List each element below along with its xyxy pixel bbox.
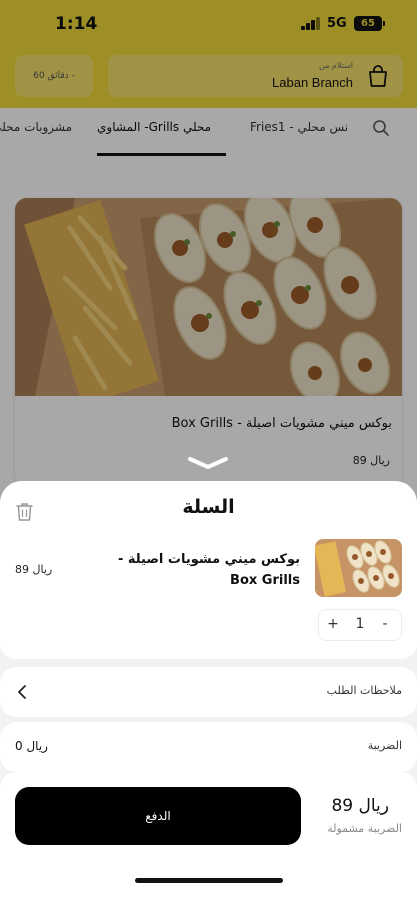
quantity-stepper: + 1 - [318,609,402,641]
cart-item-name: بوكس ميني مشويات اصيلة - Box Grills [117,552,300,588]
cart-sheet: السلة بوكس ميني مشويات اصيلة - Box Grill… [0,481,417,900]
home-indicator[interactable] [135,878,283,883]
tax-included-note: الضريبة مشمولة [327,822,402,835]
chevron-down-icon[interactable] [186,456,230,470]
cart-item-image [315,539,402,597]
order-notes-row[interactable]: ملاحظات الطلب [0,667,417,717]
chevron-left-icon [18,685,26,699]
cart-title: السلة [182,496,235,518]
pay-button[interactable]: الدفع [15,787,301,845]
cart-items-section: السلة بوكس ميني مشويات اصيلة - Box Grill… [0,481,417,659]
checkout-bar: الدفع 89 ريال الضريبة مشمولة [0,772,417,900]
trash-icon[interactable] [15,501,34,522]
tax-value: 0 ريال [15,739,48,753]
tax-label: الضريبة [367,739,402,752]
total-price: 89 ريال [331,796,389,816]
decrement-button[interactable]: - [375,616,395,632]
tax-row: الضريبة 0 ريال [0,722,417,772]
cart-item-price: 89 ريال [15,563,53,576]
order-notes-label: ملاحظات الطلب [326,684,402,697]
quantity-value: 1 [355,616,365,632]
increment-button[interactable]: + [323,616,343,632]
